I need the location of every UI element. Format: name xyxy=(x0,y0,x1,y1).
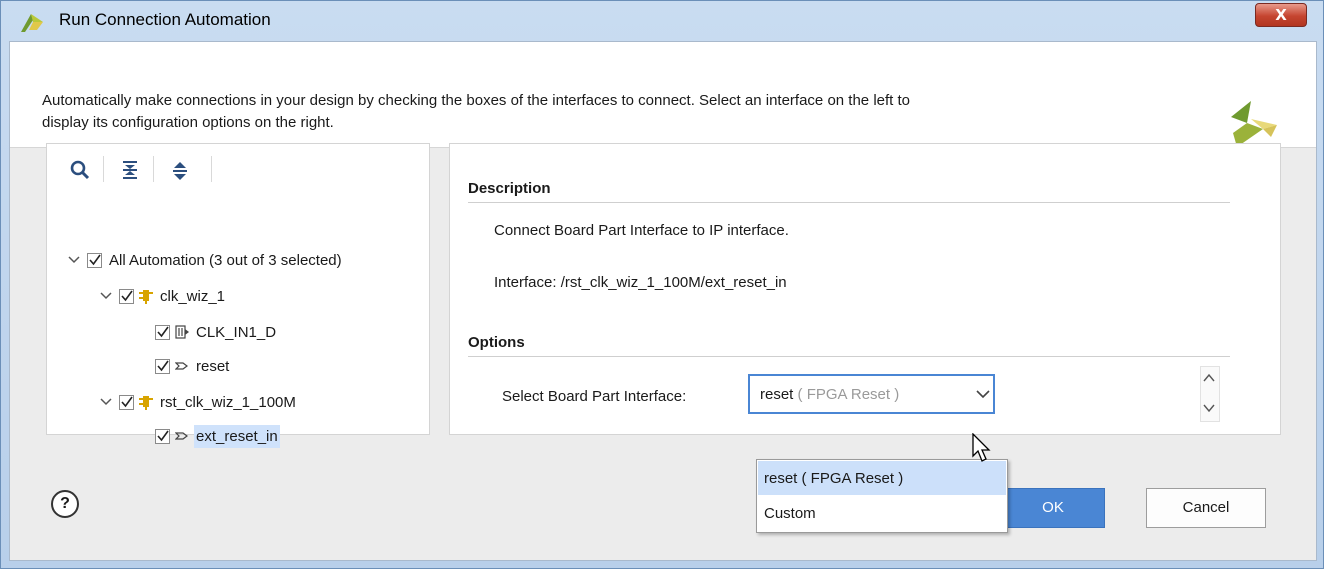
dialog-window: Run Connection Automation X Automaticall… xyxy=(0,0,1324,569)
checkbox-rst-clk-wiz-1-100m[interactable] xyxy=(119,394,134,410)
header-description-line-2: display its configuration options on the… xyxy=(42,114,334,131)
ok-button[interactable]: OK xyxy=(1001,488,1105,528)
tree-label: All Automation (3 out of 3 selected) xyxy=(109,251,342,269)
checkbox-all-automation[interactable] xyxy=(87,252,102,268)
automation-tree-panel: All Automation (3 out of 3 selected) clk… xyxy=(46,143,430,448)
checkbox-clk-wiz-1[interactable] xyxy=(119,288,134,304)
header-description-line-1: Automatically make connections in your d… xyxy=(42,92,911,109)
interface-text: Interface: /rst_clk_wiz_1_100M/ext_reset… xyxy=(494,274,787,291)
checkbox-clk-in1-d[interactable] xyxy=(155,324,170,340)
help-button[interactable]: ? xyxy=(51,490,79,518)
select-value: reset xyxy=(760,386,794,403)
chevron-down-icon[interactable] xyxy=(99,289,113,303)
tree-row-reset[interactable]: reset xyxy=(155,351,231,381)
section-divider xyxy=(468,356,1230,357)
select-current-value: reset ( FPGA Reset ) xyxy=(760,386,899,403)
toolbar-separator xyxy=(211,156,212,182)
board-part-interface-dropdown: reset ( FPGA Reset ) Custom xyxy=(756,459,1008,533)
close-button[interactable]: X xyxy=(1255,3,1307,27)
window-title: Run Connection Automation xyxy=(59,10,271,29)
vivado-logo-icon xyxy=(1231,101,1277,147)
details-panel: Description Connect Board Part Interface… xyxy=(449,143,1281,435)
search-icon[interactable] xyxy=(69,159,91,181)
port-arrow-icon xyxy=(175,432,188,440)
options-heading: Options xyxy=(468,334,525,351)
tree-label: reset xyxy=(196,357,230,375)
ip-block-icon xyxy=(139,290,153,304)
port-arrow-icon xyxy=(175,362,188,370)
collapse-all-icon[interactable] xyxy=(119,159,141,181)
cancel-button[interactable]: Cancel xyxy=(1146,488,1266,528)
tree-row-all-automation[interactable]: All Automation (3 out of 3 selected) xyxy=(67,245,344,275)
dialog-header: Automatically make connections in your d… xyxy=(10,42,1316,148)
tree-label: clk_wiz_1 xyxy=(160,287,226,305)
toolbar-separator xyxy=(153,156,154,182)
tree-row-clk-wiz-1[interactable]: clk_wiz_1 xyxy=(99,281,227,311)
mouse-cursor-icon xyxy=(972,433,991,462)
tree-row-clk-in1-d[interactable]: CLK_IN1_D xyxy=(155,317,278,347)
tree-label-selected[interactable]: ext_reset_in xyxy=(194,424,280,448)
tree-row-rst-clk-wiz-1-100m[interactable]: rst_clk_wiz_1_100M xyxy=(99,387,298,417)
board-part-interface-select[interactable]: reset ( FPGA Reset ) xyxy=(748,374,995,414)
vivado-app-icon xyxy=(21,14,43,32)
select-value-hint: ( FPGA Reset ) xyxy=(797,386,900,403)
board-part-interface-label: Select Board Part Interface: xyxy=(502,388,687,405)
checkbox-ext-reset-in[interactable] xyxy=(155,428,170,444)
toolbar-separator xyxy=(103,156,104,182)
tree-label: rst_clk_wiz_1_100M xyxy=(160,393,296,411)
dropdown-option[interactable]: Custom xyxy=(758,496,1006,530)
checkbox-reset[interactable] xyxy=(155,358,170,374)
tree-label: CLK_IN1_D xyxy=(196,323,277,341)
chevron-down-icon[interactable] xyxy=(976,389,990,399)
chevron-down-icon[interactable] xyxy=(99,395,113,409)
description-text: Connect Board Part Interface to IP inter… xyxy=(494,222,789,239)
diff-clock-icon xyxy=(175,325,189,339)
dropdown-option[interactable]: reset ( FPGA Reset ) xyxy=(758,461,1006,495)
header-description: Automatically make connections in your d… xyxy=(42,90,1192,134)
description-heading: Description xyxy=(468,180,551,197)
dropdown-option-label: reset ( FPGA Reset ) xyxy=(764,470,904,487)
chevron-down-icon[interactable] xyxy=(67,253,81,267)
title-bar[interactable]: Run Connection Automation X xyxy=(1,1,1323,41)
scroll-up-icon[interactable] xyxy=(1202,372,1216,384)
dropdown-option-label: Custom xyxy=(764,505,816,522)
tree-row-ext-reset-in[interactable]: ext_reset_in xyxy=(155,421,280,451)
expand-all-icon[interactable] xyxy=(169,159,191,181)
ip-block-icon xyxy=(139,396,153,410)
scroll-down-icon[interactable] xyxy=(1202,402,1216,414)
section-divider xyxy=(468,202,1230,203)
